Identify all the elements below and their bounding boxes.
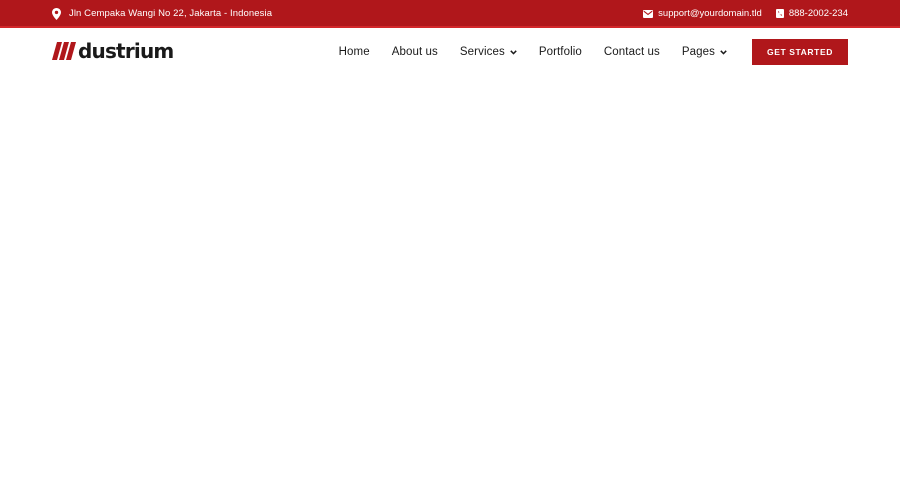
chevron-down-icon xyxy=(510,49,517,55)
get-started-button[interactable]: GET STARTED xyxy=(752,39,848,65)
map-pin-icon xyxy=(52,7,61,20)
site-logo[interactable]: dustrium xyxy=(52,39,174,63)
email-link[interactable]: support@yourdomain.tld xyxy=(658,8,762,19)
nav-portfolio-label: Portfolio xyxy=(538,46,582,58)
phone-link[interactable]: 888-2002-234 xyxy=(789,8,848,19)
nav-contact-us-label: Contact us xyxy=(603,46,660,58)
nav-pages-label: Pages xyxy=(681,46,715,58)
nav-home-label: Home xyxy=(338,46,370,58)
chevron-down-icon xyxy=(720,49,727,55)
triple-slash-logo-mark xyxy=(52,42,76,60)
contact-info: support@yourdomain.tld 888-2002-234 xyxy=(643,0,848,27)
phone-contact[interactable]: 888-2002-234 xyxy=(775,8,848,19)
nav-pages[interactable]: Pages xyxy=(682,46,727,58)
email-contact[interactable]: support@yourdomain.tld xyxy=(643,8,762,19)
top-info-bar: Jln Cempaka Wangi No 22, Jakarta - Indon… xyxy=(0,0,900,28)
page-content-area xyxy=(0,76,900,477)
nav-portfolio[interactable]: Portfolio xyxy=(539,46,582,58)
main-nav: Home About us Services Portfolio Contact… xyxy=(339,28,727,76)
nav-home[interactable]: Home xyxy=(339,46,370,58)
nav-about-us[interactable]: About us xyxy=(392,46,438,58)
nav-services-label: Services xyxy=(459,46,505,58)
mail-icon xyxy=(643,9,654,18)
logo-text: dustrium xyxy=(78,39,174,63)
nav-contact-us[interactable]: Contact us xyxy=(604,46,660,58)
site-header: dustrium Home About us Services Portfoli… xyxy=(0,28,900,76)
nav-about-us-label: About us xyxy=(391,46,438,58)
nav-services[interactable]: Services xyxy=(460,46,517,58)
address-text: Jln Cempaka Wangi No 22, Jakarta - Indon… xyxy=(69,8,273,19)
phone-icon xyxy=(775,9,784,18)
address-info: Jln Cempaka Wangi No 22, Jakarta - Indon… xyxy=(52,0,272,27)
